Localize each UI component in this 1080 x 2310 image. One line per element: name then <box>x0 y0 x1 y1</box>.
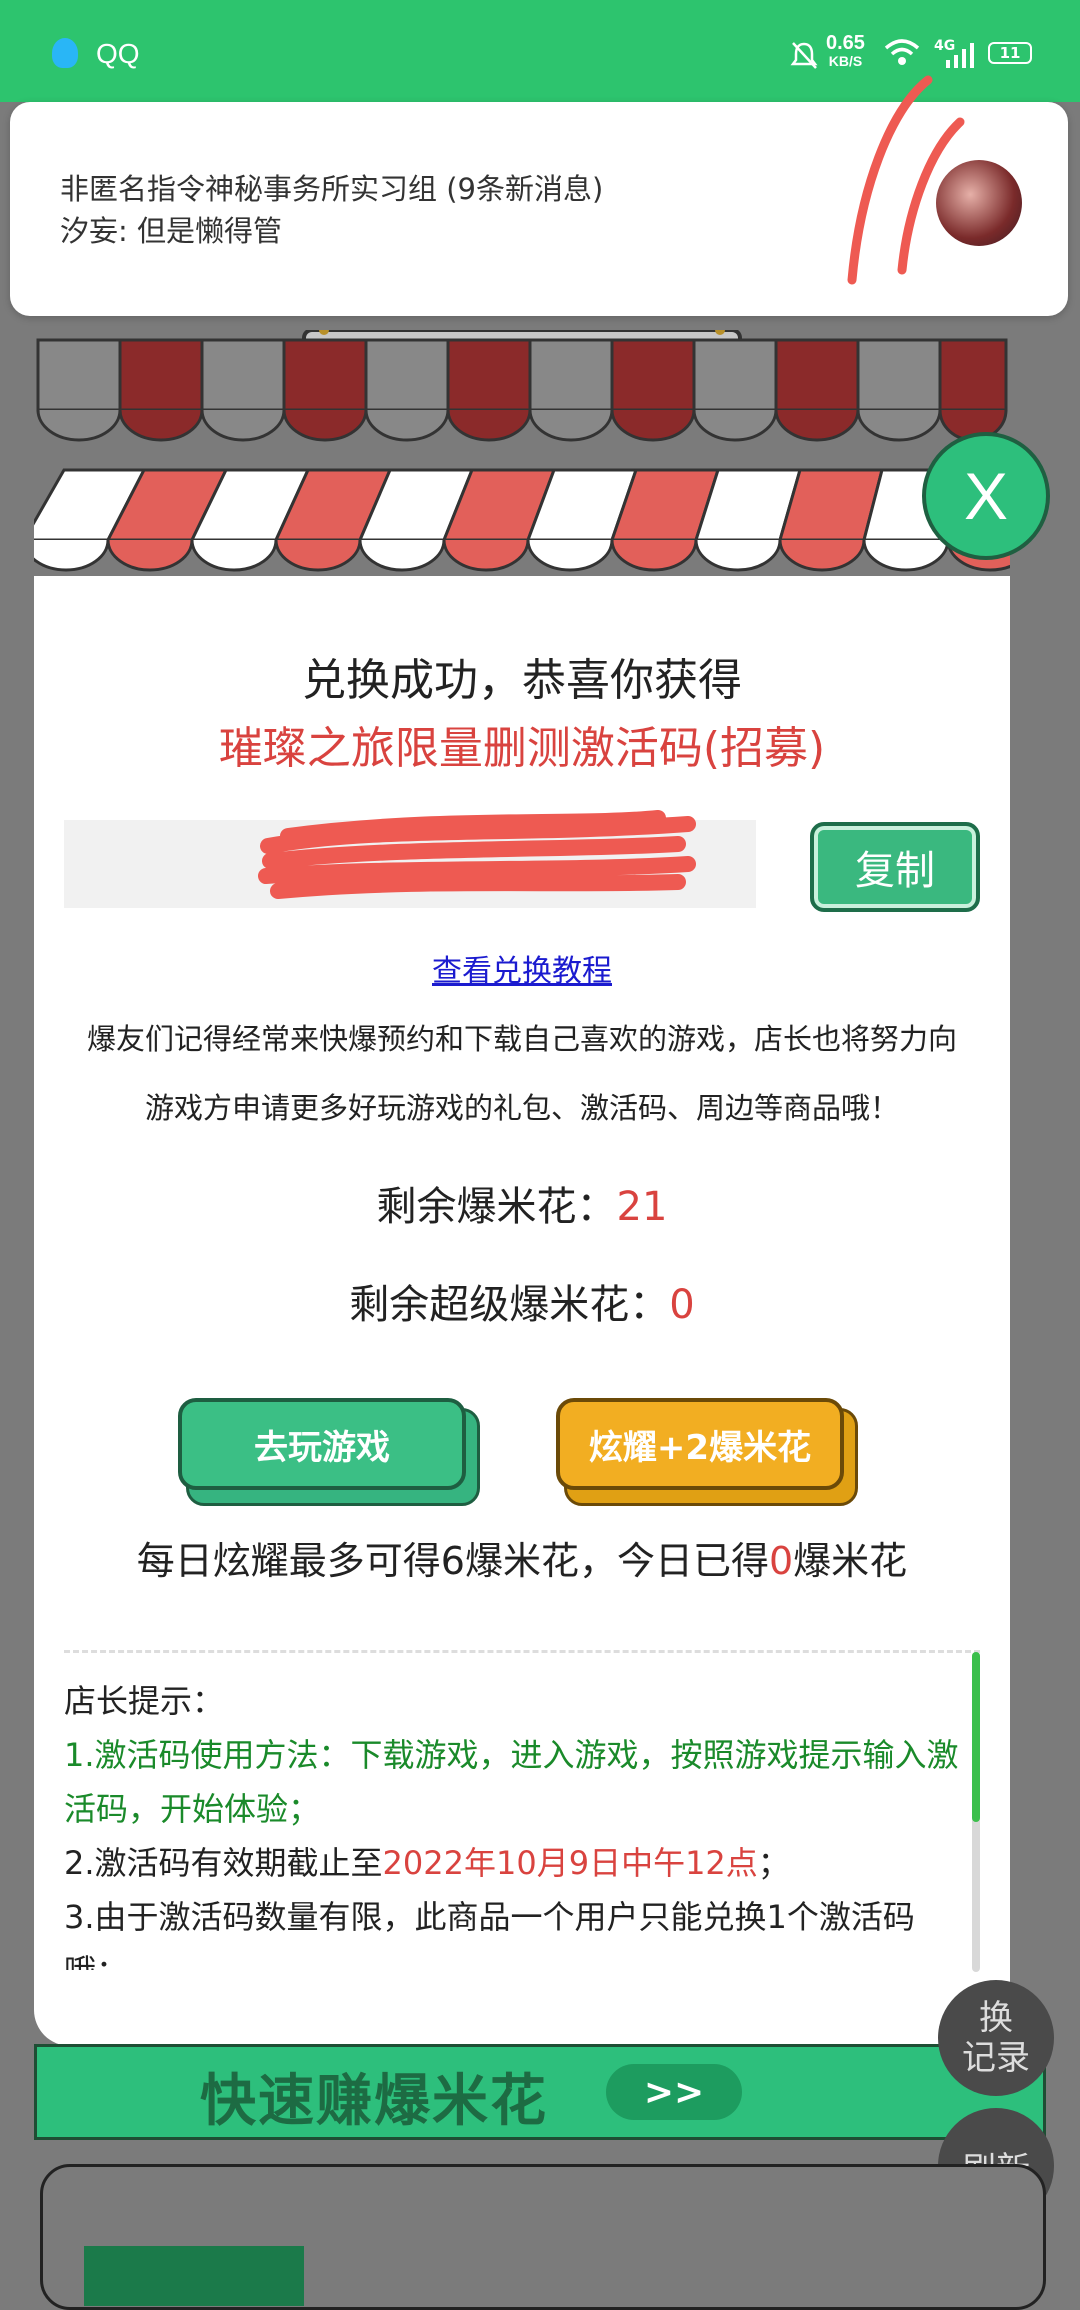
status-app-name: QQ <box>96 38 140 69</box>
exchange-record-button[interactable]: 换 记录 <box>938 1980 1054 2096</box>
tip-2-date: 2022年10月9日中午12点 <box>382 1844 758 1882</box>
shop-awning <box>34 330 1010 600</box>
divider <box>64 1650 980 1653</box>
success-title: 兑换成功，恭喜你获得 <box>302 655 742 706</box>
close-button[interactable]: X <box>922 432 1050 560</box>
shop-tips[interactable]: 店长提示： 1.激活码使用方法：下载游戏，进入游戏，按照游戏提示输入激活码，开始… <box>64 1674 964 1970</box>
notification-message: 汐妄: 但是懒得管 <box>60 214 282 248</box>
daily-flaunt-info: 每日炫耀最多可得6爆米花，今日已得0爆米花 <box>34 1530 1010 1585</box>
banner-title: 快速赚爆米花 <box>200 2069 548 2134</box>
remaining-popcorn: 剩余爆米花：21 <box>34 1174 1010 1232</box>
popcorn-value: 21 <box>616 1184 668 1230</box>
tip-1: 1.激活码使用方法：下载游戏，进入游戏，按照游戏提示输入激活码，开始体验； <box>64 1736 959 1828</box>
signal-icon <box>946 43 974 68</box>
banner-arrow-button[interactable]: >> <box>606 2064 742 2120</box>
battery-level: 11 <box>999 44 1021 62</box>
daily-value: 0 <box>768 1539 794 1583</box>
battery-icon: 11 <box>988 42 1032 64</box>
tip-3: 3.由于激活码数量有限，此商品一个用户只能兑换1个激活码哦； <box>64 1898 915 1970</box>
daily-suffix: 爆米花 <box>793 1539 908 1583</box>
network-speed: 0.65 KB/S <box>826 32 865 70</box>
description-line-2: 游戏方申请更多好玩游戏的礼包、激活码、周边等商品哦！ <box>144 1091 899 1125</box>
bottom-tab <box>84 2246 304 2306</box>
daily-prefix: 每日炫耀最多可得6爆米花，今日已得 <box>136 1539 769 1583</box>
copy-button[interactable]: 复制 <box>810 822 980 912</box>
popcorn-label: 剩余爆米花： <box>376 1184 617 1230</box>
record-label: 换 记录 <box>962 1998 1030 2078</box>
remaining-super-popcorn: 剩余超级爆米花：0 <box>34 1272 1010 1330</box>
wifi-icon <box>884 39 920 65</box>
super-popcorn-label: 剩余超级爆米花： <box>349 1282 670 1328</box>
play-game-button[interactable]: 去玩游戏 <box>178 1398 466 1490</box>
notification-group-name: 非匿名指令神秘事务所实习组 (9条新消息) <box>60 172 604 206</box>
tutorial-link[interactable]: 查看兑换教程 <box>34 946 1010 990</box>
tips-scroll-thumb[interactable] <box>972 1652 980 1822</box>
speed-value: 0.65 <box>826 32 865 54</box>
speed-unit: KB/S <box>828 53 863 69</box>
prize-name: 璀璨之旅限量删测激活码(招募) <box>218 723 826 774</box>
red-scribble-mark <box>847 75 965 285</box>
super-popcorn-value: 0 <box>669 1282 695 1328</box>
qq-icon <box>52 38 78 68</box>
tip-2-prefix: 2.激活码有效期截止至 <box>64 1844 383 1882</box>
flaunt-button[interactable]: 炫耀+2爆米花 <box>556 1398 844 1490</box>
mute-bell-icon <box>790 42 818 69</box>
tips-title: 店长提示： <box>64 1682 225 1720</box>
redaction-scribble <box>258 810 696 899</box>
description-line-1: 爆友们记得经常来快爆预约和下载自己喜欢的游戏，店长也将努力向 <box>86 1022 957 1056</box>
tip-2-suffix: ； <box>757 1844 790 1882</box>
tip-2: 2.激活码有效期截止至2022年10月9日中午12点； <box>64 1836 964 1890</box>
close-icon: X <box>963 459 1009 533</box>
